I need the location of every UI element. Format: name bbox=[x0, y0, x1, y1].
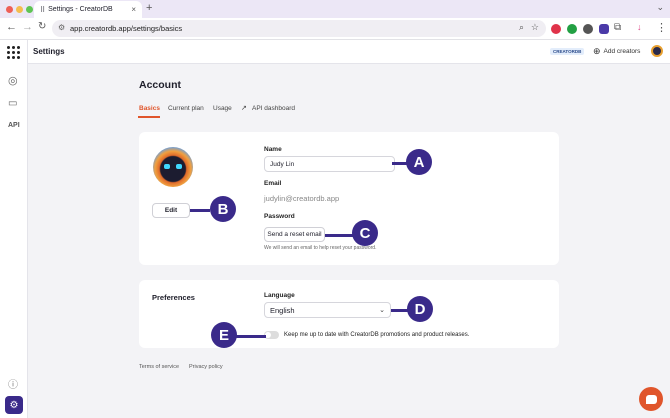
callout-b: B bbox=[210, 196, 236, 222]
password-label: Password bbox=[264, 213, 295, 220]
privacy-link[interactable]: Privacy policy bbox=[189, 364, 223, 370]
reset-hint: We will send an email to help reset your… bbox=[264, 245, 377, 251]
browser-tab-strip: ⠿ Settings - CreatorDB × + ⌄ bbox=[0, 0, 670, 18]
app-sidebar: ◎ ▭ API ⓘ ⚙ bbox=[0, 40, 28, 418]
callout-e-line bbox=[236, 335, 266, 338]
folder-icon[interactable]: ▭ bbox=[8, 98, 17, 109]
callout-e: E bbox=[211, 322, 237, 348]
window-close-icon[interactable] bbox=[6, 6, 13, 13]
browser-toolbar: ← → ↻ ⚙ app.creatordb.app/settings/basic… bbox=[0, 18, 670, 40]
settings-tabs: Basics Current plan Usage ↗ API dashboar… bbox=[138, 104, 559, 118]
email-label: Email bbox=[264, 180, 282, 187]
window-minimize-icon[interactable] bbox=[16, 6, 23, 13]
external-link-icon: ↗ bbox=[241, 105, 247, 112]
callout-b-line bbox=[190, 209, 210, 212]
page-title: Account bbox=[139, 79, 181, 91]
reload-icon[interactable]: ↻ bbox=[38, 21, 46, 32]
tab-title: Settings - CreatorDB bbox=[48, 6, 113, 13]
header-title: Settings bbox=[33, 47, 65, 56]
profile-card: Edit Name Judy Lin Email judylin@creator… bbox=[139, 132, 559, 265]
app-header: Settings CREATORDB ⊕ Add creators bbox=[28, 40, 670, 64]
callout-c-line bbox=[325, 234, 353, 237]
extensions-puzzle-icon[interactable]: ⧉ bbox=[614, 22, 621, 33]
address-bar[interactable]: ⚙ app.creatordb.app/settings/basics ⌕ ☆ bbox=[52, 20, 546, 37]
email-value: judylin@creatordb.app bbox=[264, 194, 340, 203]
chat-bubble-icon bbox=[645, 394, 657, 404]
url-text: app.creatordb.app/settings/basics bbox=[70, 24, 183, 33]
callout-d: D bbox=[407, 296, 433, 322]
sidebar-item-api[interactable]: API bbox=[8, 122, 20, 129]
newsletter-text: Keep me up to date with CreatorDB promot… bbox=[284, 332, 470, 338]
profile-avatar bbox=[153, 147, 193, 187]
extension-red-icon[interactable] bbox=[551, 24, 561, 34]
tab-basics[interactable]: Basics bbox=[139, 105, 160, 112]
add-creators-button[interactable]: ⊕ Add creators bbox=[593, 46, 640, 57]
language-label: Language bbox=[264, 292, 295, 299]
new-tab-icon[interactable]: + bbox=[146, 2, 152, 14]
site-info-icon[interactable]: ⚙ bbox=[58, 23, 65, 32]
newsletter-toggle[interactable] bbox=[264, 331, 279, 339]
callout-a: A bbox=[406, 149, 432, 175]
bookmark-star-icon[interactable]: ☆ bbox=[531, 22, 539, 33]
preferences-title: Preferences bbox=[152, 293, 195, 302]
help-icon[interactable]: ⓘ bbox=[8, 376, 18, 391]
language-select[interactable]: English ⌄ bbox=[264, 302, 391, 318]
avatar-eye-left bbox=[164, 164, 170, 169]
user-avatar[interactable] bbox=[651, 45, 663, 57]
extension-pink-icon[interactable]: ↓ bbox=[637, 22, 642, 32]
globe-icon[interactable]: ◎ bbox=[8, 74, 18, 87]
tab-usage[interactable]: Usage bbox=[213, 105, 232, 112]
avatar-eye-right bbox=[176, 164, 182, 169]
chevron-down-icon: ⌄ bbox=[379, 307, 385, 314]
name-input[interactable]: Judy Lin bbox=[264, 156, 395, 172]
name-label: Name bbox=[264, 146, 282, 153]
settings-gear-icon[interactable]: ⚙ bbox=[5, 396, 23, 414]
browser-menu-icon[interactable]: ⋮ bbox=[656, 21, 667, 34]
callout-c: C bbox=[352, 220, 378, 246]
extension-dark-icon[interactable] bbox=[583, 24, 593, 34]
browser-tab[interactable]: ⠿ Settings - CreatorDB × bbox=[34, 1, 142, 18]
tab-current-plan[interactable]: Current plan bbox=[168, 105, 204, 112]
send-reset-email-button[interactable]: Send a reset email bbox=[264, 227, 325, 242]
chat-support-button[interactable] bbox=[639, 387, 663, 411]
terms-link[interactable]: Terms of service bbox=[139, 364, 179, 370]
window-zoom-icon[interactable] bbox=[26, 6, 33, 13]
tab-close-icon[interactable]: × bbox=[131, 5, 136, 14]
tab-active-underline bbox=[138, 116, 160, 118]
forward-icon[interactable]: → bbox=[22, 21, 33, 33]
back-icon[interactable]: ← bbox=[6, 21, 17, 33]
tab-search-chevron-icon[interactable]: ⌄ bbox=[656, 2, 664, 13]
brand-badge: CREATORDB bbox=[550, 48, 585, 55]
language-value: English bbox=[270, 305, 295, 315]
tab-api-dashboard[interactable]: API dashboard bbox=[252, 105, 295, 112]
tab-favicon-icon: ⠿ bbox=[40, 6, 45, 14]
app-grid-logo-icon[interactable] bbox=[7, 46, 20, 59]
extension-purple-icon[interactable] bbox=[599, 24, 609, 34]
plus-circle-icon: ⊕ bbox=[593, 46, 601, 56]
add-creators-label: Add creators bbox=[603, 48, 641, 55]
edit-avatar-button[interactable]: Edit bbox=[152, 203, 190, 218]
extension-green-icon[interactable] bbox=[567, 24, 577, 34]
zoom-icon[interactable]: ⌕ bbox=[519, 22, 524, 33]
preferences-card: Preferences Language English ⌄ Keep me u… bbox=[139, 280, 559, 348]
